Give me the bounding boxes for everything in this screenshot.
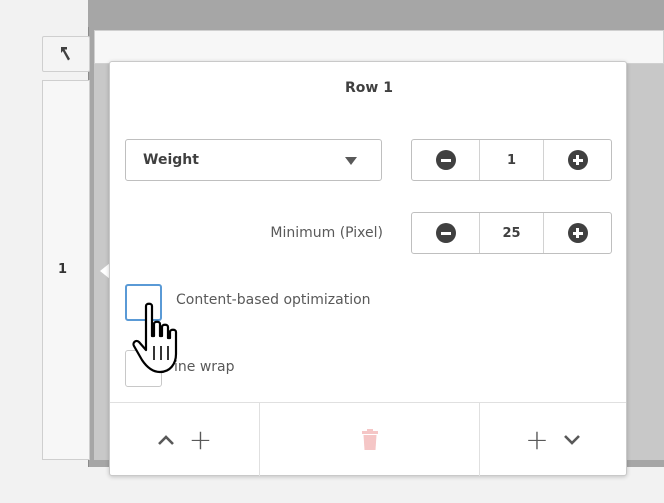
chevron-up-icon <box>157 434 174 445</box>
weight-decrement-button[interactable] <box>412 140 479 180</box>
plus-icon: + <box>525 422 549 456</box>
column-header[interactable] <box>94 30 664 64</box>
weight-increment-button[interactable] <box>544 140 611 180</box>
size-mode-selected: Weight <box>143 152 199 168</box>
row-settings-popover: Row 1 Weight 1 Minimum (Pixel) 25 Conten… <box>109 61 627 476</box>
insert-row-above-button[interactable]: + <box>110 403 260 476</box>
delete-row-button[interactable] <box>260 403 480 476</box>
undo-icon <box>61 47 70 61</box>
popover-title: Row 1 <box>345 80 393 96</box>
minus-circle-icon <box>435 223 456 243</box>
weight-stepper: 1 <box>411 139 612 181</box>
minimum-stepper: 25 <box>411 212 612 254</box>
content-optimization-label[interactable]: Content-based optimization <box>176 292 371 308</box>
popover-footer: + + <box>110 402 626 476</box>
top-toolbar-strip <box>88 0 664 27</box>
minimum-decrement-button[interactable] <box>412 213 479 253</box>
hand-pointer-cursor-icon <box>132 302 178 374</box>
plus-icon: + <box>188 422 213 456</box>
minus-circle-icon <box>435 150 456 170</box>
trash-icon <box>361 428 378 450</box>
weight-value[interactable]: 1 <box>479 140 544 180</box>
plus-circle-icon <box>567 150 588 170</box>
undo-button[interactable] <box>42 36 90 72</box>
size-mode-dropdown[interactable]: Weight <box>125 139 382 181</box>
plus-circle-icon <box>567 223 588 243</box>
insert-row-below-button[interactable]: + <box>480 403 626 476</box>
row-header-label: 1 <box>58 262 68 277</box>
caret-down-icon <box>345 157 357 165</box>
minimum-increment-button[interactable] <box>544 213 611 253</box>
minimum-value[interactable]: 25 <box>479 213 544 253</box>
minimum-pixel-label: Minimum (Pixel) <box>270 225 383 241</box>
chevron-down-icon <box>563 434 580 445</box>
